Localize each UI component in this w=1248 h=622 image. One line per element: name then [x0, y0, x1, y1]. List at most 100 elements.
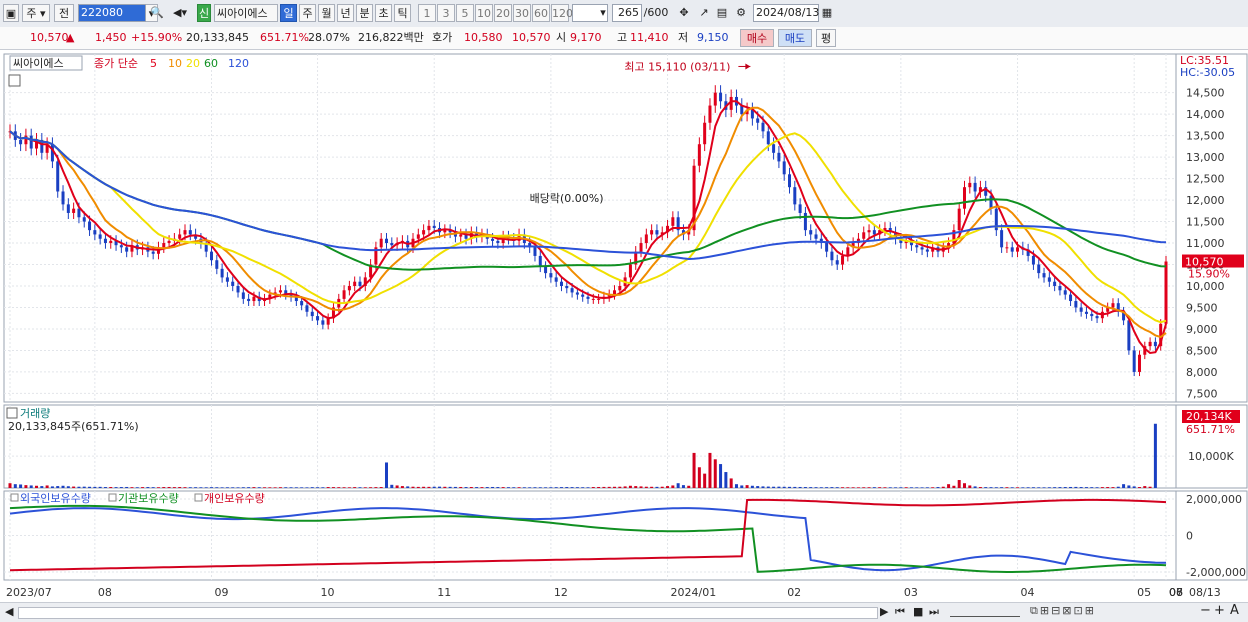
volume-bar — [703, 474, 706, 488]
volume-bar — [40, 486, 43, 488]
window-menu-icon[interactable]: ▣ — [3, 4, 19, 22]
sell-button[interactable]: 매도 — [778, 29, 812, 47]
count-button-1[interactable]: 1 — [418, 4, 436, 22]
volume-bar — [682, 485, 685, 488]
holdings-legend-0: 외국인보유수량 — [20, 492, 91, 505]
volume-bar — [475, 487, 478, 488]
volume-bar — [979, 487, 982, 488]
candle-body — [221, 269, 224, 278]
extra-dropdown-icon[interactable]: ▾ — [598, 4, 608, 22]
bar-count-input[interactable]: 265 — [612, 4, 642, 22]
count-button-20[interactable]: 20 — [494, 4, 512, 22]
candle-body — [19, 140, 22, 144]
volume-bar — [958, 480, 961, 488]
draw-icon[interactable]: ↗ — [695, 4, 713, 22]
count-button-5[interactable]: 5 — [456, 4, 474, 22]
candle-body — [772, 144, 775, 153]
legend-period-20: 20 — [186, 57, 200, 70]
stop-icon[interactable]: ■ — [913, 605, 923, 618]
tab-period-2[interactable]: 월 — [318, 4, 335, 22]
market-select[interactable]: 주 ▾ — [22, 4, 50, 22]
count-button-60[interactable]: 60 — [532, 4, 550, 22]
candle-body — [1011, 247, 1014, 251]
prev-button[interactable]: 전 — [54, 4, 74, 22]
price-chart[interactable]: 14,50014,00013,50013,00012,50012,00011,5… — [0, 50, 1248, 602]
volume-bar — [412, 487, 415, 488]
eval-button[interactable]: 평 — [816, 29, 836, 47]
sound-icon[interactable]: ◀▾ — [168, 4, 192, 22]
volume-bar — [645, 487, 648, 488]
legend-period-5: 5 — [150, 57, 157, 70]
volume-bar — [502, 487, 505, 488]
bid-price-2: 10,570 — [512, 30, 551, 46]
volume-bar — [857, 487, 860, 488]
change-pct: +15.90% — [131, 30, 182, 46]
candle-body — [353, 282, 356, 286]
candle-body — [719, 93, 722, 102]
price-tick-label: 7,500 — [1186, 387, 1218, 400]
tab-period-1[interactable]: 주 — [299, 4, 316, 22]
zoom-out-icon[interactable]: − — [1200, 603, 1211, 618]
buy-button[interactable]: 매수 — [740, 29, 774, 47]
candle-body — [597, 299, 600, 300]
save-icon[interactable]: ▤ — [715, 4, 729, 22]
candle-body — [162, 243, 165, 247]
bar-total: /600 — [642, 4, 670, 22]
volume-bar — [486, 487, 489, 488]
tab-period-4[interactable]: 분 — [356, 4, 373, 22]
tab-period-6[interactable]: 틱 — [394, 4, 411, 22]
text-size-icon[interactable]: A — [1230, 603, 1239, 618]
scroll-left-icon[interactable]: ◀ — [5, 605, 13, 618]
volume-frame — [4, 405, 1176, 488]
volume-bar — [247, 487, 250, 488]
code-input[interactable]: 222080 — [78, 4, 146, 22]
volume-bar — [1037, 487, 1040, 488]
candle-body — [963, 187, 966, 208]
search-icon[interactable]: 🔍 — [150, 4, 164, 22]
volume-bar — [846, 487, 849, 488]
scroll-right-icon[interactable]: ▶ — [880, 605, 888, 618]
candle-body — [178, 234, 181, 238]
volume-bar — [337, 487, 340, 488]
scrollbar[interactable] — [18, 607, 878, 619]
price-tick-label: 8,000 — [1186, 366, 1218, 379]
volume-bar — [1016, 487, 1019, 488]
calendar-icon[interactable]: ▦ — [820, 4, 834, 22]
first-icon[interactable]: ⏮ — [895, 605, 905, 619]
volume-bar — [698, 467, 701, 488]
volume-bar — [926, 487, 929, 488]
count-button-120[interactable]: 120 — [551, 4, 569, 22]
candle-body — [671, 217, 674, 226]
count-button-10[interactable]: 10 — [475, 4, 493, 22]
candle-body — [104, 239, 107, 243]
volume-bar — [19, 484, 22, 488]
volume-bar — [883, 487, 886, 488]
candle-body — [1032, 256, 1035, 265]
volume-bar — [868, 487, 871, 488]
candle-body — [390, 243, 393, 245]
gear-icon[interactable]: ⚙ — [733, 4, 749, 22]
zoom-slider[interactable] — [950, 608, 1020, 617]
high-label: 고 — [617, 30, 627, 46]
date-input[interactable]: 2024/08/13 — [753, 4, 819, 22]
volume-bar — [1090, 487, 1093, 488]
tab-period-5[interactable]: 초 — [375, 4, 392, 22]
open-price: 9,170 — [570, 30, 602, 46]
layout-icons[interactable]: ⧉⊞⊟⊠⊡⊞ — [1030, 604, 1096, 618]
candle-body — [88, 222, 91, 231]
tab-period-0[interactable]: 일 — [280, 4, 297, 22]
price-tick-label: 13,000 — [1186, 151, 1225, 164]
volume-bar — [136, 487, 139, 488]
volume-bar — [35, 486, 38, 488]
count-button-30[interactable]: 30 — [513, 4, 531, 22]
volume-bar — [242, 487, 245, 488]
next-icon[interactable]: ⏭ — [929, 605, 939, 619]
candle-body — [1085, 312, 1088, 314]
volume-bar — [693, 453, 696, 488]
count-button-3[interactable]: 3 — [437, 4, 455, 22]
tab-period-3[interactable]: 년 — [337, 4, 354, 22]
zoom-in-icon[interactable]: + — [1214, 603, 1225, 618]
holdings-legend-box — [195, 494, 202, 501]
crosshair-icon[interactable]: ✥ — [675, 4, 693, 22]
volume-bar — [305, 487, 308, 488]
